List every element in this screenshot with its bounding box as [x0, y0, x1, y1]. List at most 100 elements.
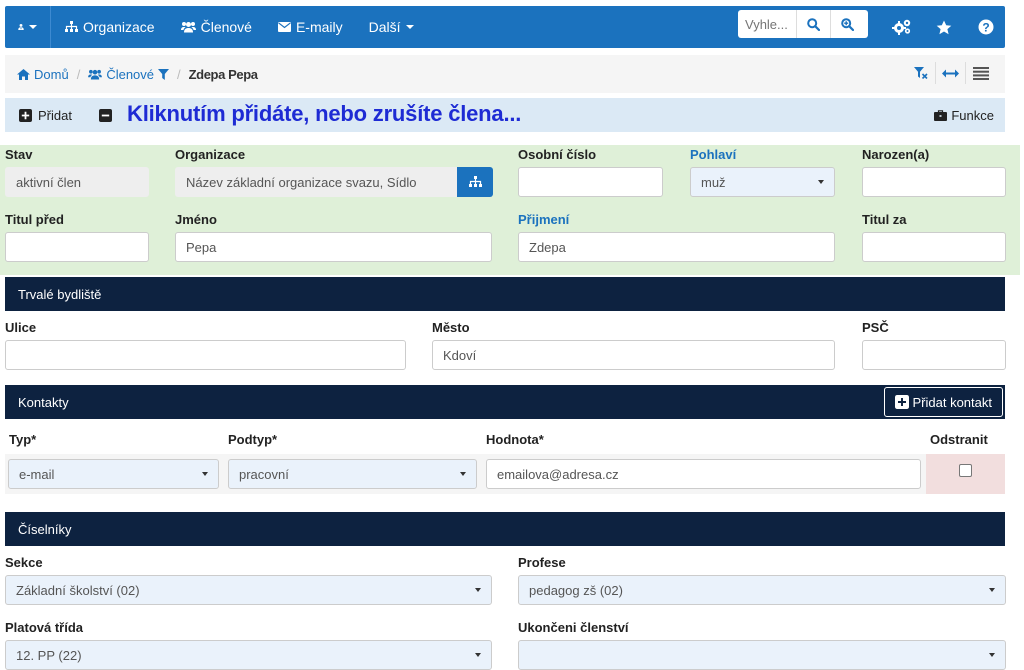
- dropdown-arrow-icon: [202, 472, 208, 476]
- search-button[interactable]: [796, 10, 830, 38]
- nav-clenove-label: Členové: [200, 19, 252, 35]
- titul-pred-label: Titul před: [5, 212, 64, 227]
- search-icon: [807, 17, 820, 31]
- navbar-right-icons: ?: [881, 6, 1007, 48]
- plus-square-icon: [19, 108, 32, 122]
- nav-dalsi-label: Další: [368, 19, 401, 35]
- search-box: [738, 10, 868, 38]
- contact-typ-select[interactable]: e-mail: [8, 459, 219, 489]
- organizace-field: Název základní organizace svazu, Sídlo: [175, 167, 457, 197]
- mesto-input[interactable]: Kdoví: [432, 340, 835, 370]
- settings-button[interactable]: [881, 6, 923, 48]
- mesto-label: Město: [432, 320, 470, 335]
- plus-square-icon: [894, 395, 909, 409]
- psc-input[interactable]: [862, 340, 1006, 370]
- contact-podtyp-value: pracovní: [239, 466, 289, 482]
- titul-za-input[interactable]: [862, 232, 1006, 262]
- contacts-section-header: Kontakty: [5, 385, 1005, 419]
- prijmeni-label: Přijmení: [518, 212, 570, 227]
- sekce-select[interactable]: Základní školství (02): [5, 575, 492, 605]
- advanced-search-button[interactable]: [830, 10, 864, 38]
- nav-emaily-label: E-maily: [295, 19, 343, 35]
- psc-label: PSČ: [862, 320, 889, 335]
- ciselniky-section-title: Číselníky: [18, 521, 72, 537]
- titul-pred-input[interactable]: [5, 232, 149, 262]
- pohlavi-select[interactable]: muž: [690, 167, 835, 197]
- ulice-label: Ulice: [5, 320, 37, 335]
- profese-select[interactable]: pedagog zš (02): [518, 575, 1006, 605]
- stav-field: aktivní člen: [5, 167, 149, 197]
- cogs-icon: [892, 19, 911, 35]
- user-tie-icon: [18, 23, 24, 30]
- osobni-cislo-label: Osobní číslo: [518, 147, 597, 162]
- width-toggle-button[interactable]: [936, 62, 966, 84]
- nav-dalsi[interactable]: Další: [356, 6, 427, 48]
- dropdown-arrow-icon: [989, 653, 995, 657]
- narozen-input[interactable]: [862, 167, 1006, 197]
- breadcrumb-separator: /: [76, 66, 81, 82]
- osobni-cislo-input[interactable]: [518, 167, 663, 197]
- jmeno-label: Jméno: [175, 212, 217, 227]
- breadcrumb-home-label: Domů: [34, 66, 69, 82]
- nav-organizace-label: Organizace: [83, 19, 155, 35]
- pohlavi-value: muž: [701, 174, 726, 190]
- sitemap-icon: [468, 176, 482, 187]
- add-contact-label: Přidat kontakt: [912, 394, 993, 410]
- minus-square-icon: [98, 108, 112, 122]
- help-button[interactable]: ?: [965, 6, 1007, 48]
- breadcrumb-tools: [906, 62, 996, 84]
- select-organizace-button[interactable]: [457, 167, 493, 197]
- add-button[interactable]: Přidat: [5, 98, 84, 132]
- filter-icon: [158, 68, 170, 80]
- breadcrumb-members[interactable]: Členové: [88, 67, 170, 82]
- col-hodnota-header: Hodnota*: [486, 432, 544, 447]
- contact-typ-value: e-mail: [19, 466, 55, 482]
- search-input[interactable]: [738, 11, 796, 37]
- col-podtyp-header: Podtyp*: [228, 432, 278, 447]
- menu-toggle-button[interactable]: [966, 62, 996, 84]
- contact-delete-checkbox[interactable]: [959, 464, 972, 477]
- platova-trida-select[interactable]: 12. PP (22): [5, 640, 492, 670]
- ukonceni-label: Ukončeni členství: [518, 620, 629, 635]
- ciselniky-section-header: Číselníky: [5, 512, 1005, 546]
- funkce-label: Funkce: [951, 107, 994, 123]
- funkce-button[interactable]: Funkce: [934, 98, 994, 132]
- clear-filter-button[interactable]: [906, 62, 936, 84]
- dropdown-arrow-icon: [989, 588, 995, 592]
- dropdown-arrow-icon: [475, 588, 481, 592]
- ulice-input[interactable]: [5, 340, 406, 370]
- breadcrumb-separator: /: [177, 66, 181, 82]
- address-section-title: Trvalé bydliště: [18, 286, 102, 302]
- nav-organizace[interactable]: Organizace: [51, 6, 168, 48]
- user-menu[interactable]: [5, 6, 51, 48]
- jmeno-input[interactable]: Pepa: [175, 232, 492, 262]
- col-odstranit-header: Odstranit: [930, 432, 988, 447]
- briefcase-icon: [934, 109, 948, 121]
- add-remove-tooltip: Kliknutím přidáte, nebo zrušíte člena...: [127, 101, 522, 126]
- question-circle-icon: ?: [978, 19, 994, 35]
- ukonceni-select[interactable]: [518, 640, 1006, 670]
- sekce-value: Základní školství (02): [16, 582, 140, 598]
- narozen-label: Narozen(a): [862, 147, 930, 162]
- nav-clenove[interactable]: Členové: [168, 6, 265, 48]
- dropdown-arrow-icon: [818, 180, 824, 184]
- breadcrumb-current: Zdepa Pepa: [188, 66, 258, 82]
- dropdown-arrow-icon: [475, 653, 481, 657]
- add-contact-button[interactable]: Přidat kontakt: [883, 387, 1003, 417]
- breadcrumb-home[interactable]: Domů: [17, 67, 69, 82]
- favorites-button[interactable]: [923, 6, 965, 48]
- home-icon: [17, 68, 30, 80]
- stav-label: Stav: [5, 147, 33, 162]
- remove-button[interactable]: [84, 98, 130, 132]
- dropdown-arrow-icon: [460, 472, 466, 476]
- pohlavi-label: Pohlaví: [690, 147, 737, 162]
- sekce-label: Sekce: [5, 555, 43, 570]
- titul-za-label: Titul za: [862, 212, 907, 227]
- prijmeni-input[interactable]: Zdepa: [518, 232, 835, 262]
- profese-label: Profese: [518, 555, 566, 570]
- contact-podtyp-select[interactable]: pracovní: [228, 459, 477, 489]
- nav-emaily[interactable]: E-maily: [265, 6, 356, 48]
- search-plus-icon: [841, 17, 854, 31]
- contacts-section-title: Kontakty: [18, 394, 69, 410]
- contact-hodnota-input[interactable]: emailova@adresa.cz: [486, 459, 921, 489]
